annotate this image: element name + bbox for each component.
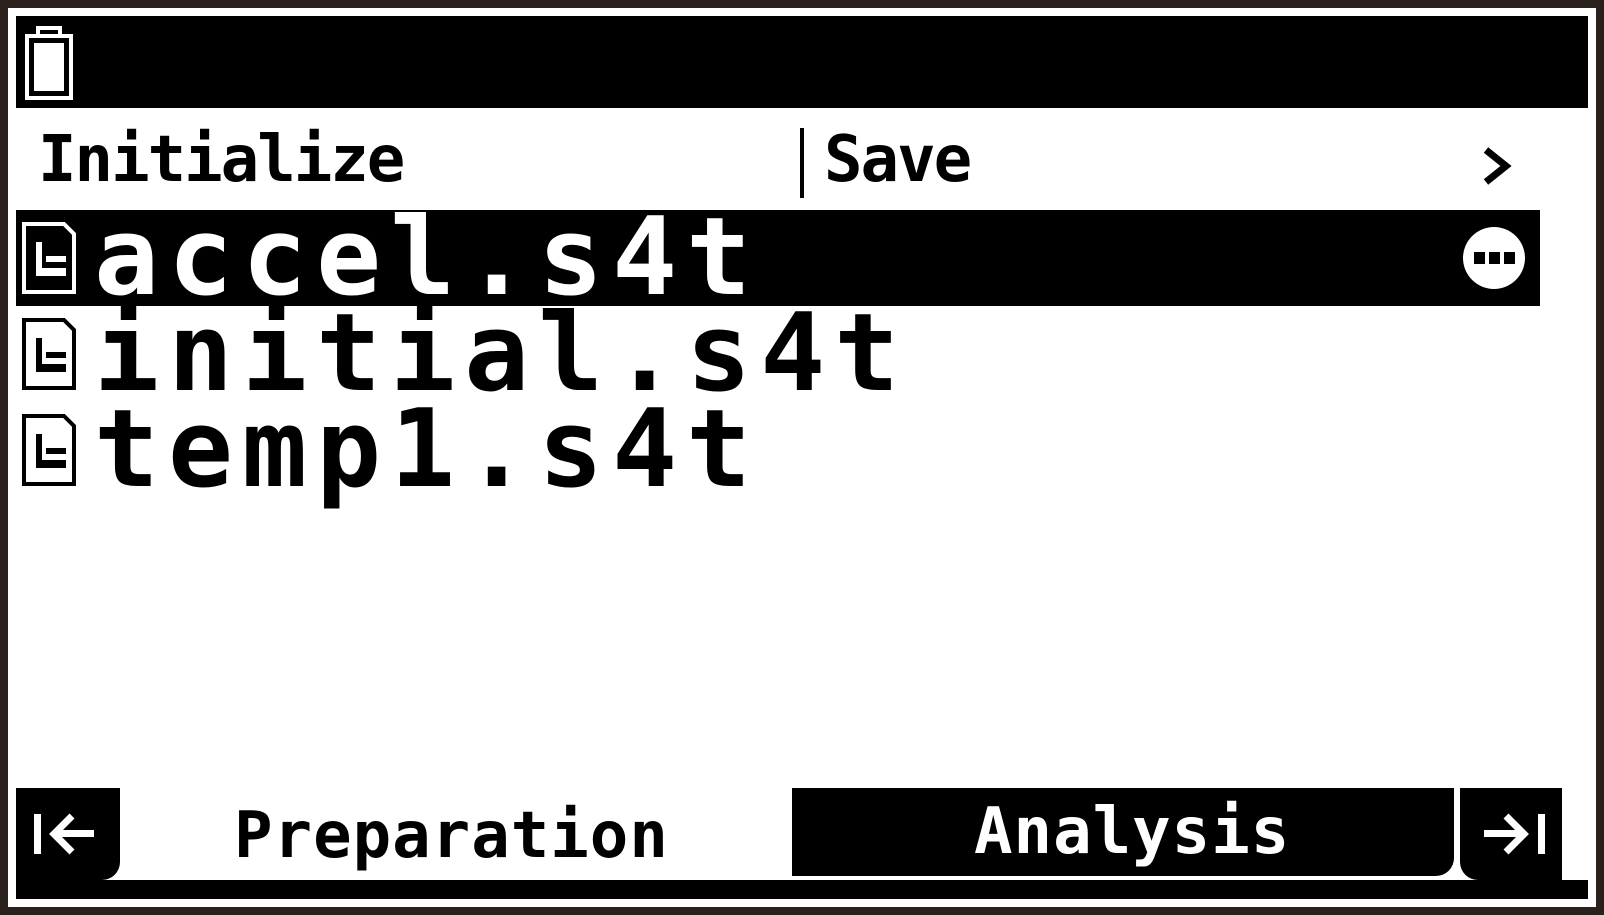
menu-bar: Initialize Save — [16, 116, 1588, 200]
menu-separator — [800, 128, 804, 198]
tab-underline — [16, 880, 792, 899]
file-list: accel.s4t initial.s4t temp1.s4t — [16, 204, 1588, 512]
calculator-screen: Initialize Save accel.s4t initial.s4t te… — [8, 8, 1596, 907]
tab-preparation[interactable]: Preparation — [136, 796, 792, 880]
file-name: temp1.s4t — [94, 387, 761, 512]
status-bar — [16, 16, 1588, 108]
first-tab-button[interactable] — [16, 788, 120, 880]
file-icon — [22, 222, 76, 294]
tab-bar: Preparation Analysis — [16, 788, 1588, 899]
file-icon — [22, 414, 76, 486]
last-page-icon — [1484, 813, 1545, 855]
file-icon — [22, 318, 76, 390]
first-page-icon — [34, 813, 94, 855]
last-tab-button[interactable] — [1460, 788, 1562, 880]
more-options-icon[interactable] — [1460, 224, 1528, 292]
save-menu-item[interactable]: Save — [824, 124, 972, 196]
tab-analysis-label: Analysis — [974, 795, 1291, 869]
battery-icon — [25, 26, 73, 100]
tab-analysis[interactable]: Analysis — [792, 788, 1454, 876]
chevron-right-icon[interactable] — [1478, 142, 1514, 190]
file-row-temp1[interactable]: temp1.s4t — [16, 387, 1540, 512]
initialize-menu-item[interactable]: Initialize — [38, 124, 405, 196]
tab-preparation-label: Preparation — [234, 799, 669, 873]
tab-bar-border — [792, 880, 1588, 899]
